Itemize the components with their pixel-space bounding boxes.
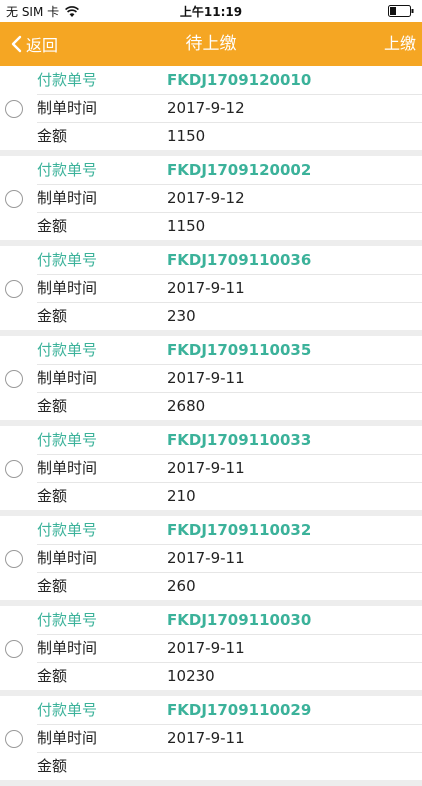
chevron-left-icon [10,35,22,53]
created-row: 制单时间 2017-9-12 [37,94,422,123]
created-value: 2017-9-11 [167,459,245,477]
order-no-value: FKDJ1709110032 [167,521,312,539]
select-radio[interactable] [5,550,23,568]
created-value: 2017-9-11 [167,549,245,567]
select-radio[interactable] [5,640,23,658]
order-no-row: 付款单号 FKDJ1709120002 [37,156,422,185]
amount-value: 230 [167,307,196,325]
created-label: 制单时间 [37,549,98,567]
order-no-row: 付款单号 FKDJ1709110035 [37,336,422,365]
select-radio[interactable] [5,370,23,388]
order-no-row: 付款单号 FKDJ1709110030 [37,606,422,635]
amount-value: 2680 [167,397,206,415]
status-bar: 无 SIM 卡 上午11:19 [0,0,422,22]
order-no-label: 付款单号 [37,611,98,629]
order-no-label: 付款单号 [37,701,98,719]
amount-value: 1150 [167,217,206,235]
order-no-value: FKDJ1709110030 [167,611,312,629]
created-label: 制单时间 [37,189,98,207]
created-label: 制单时间 [37,459,98,477]
amount-label: 金额 [37,217,68,235]
created-row: 制单时间 2017-9-11 [37,364,422,393]
list-item[interactable]: 付款单号 FKDJ1709120010 制单时间 2017-9-12 金额 11… [0,66,422,156]
list-item[interactable]: 付款单号 FKDJ1709110032 制单时间 2017-9-11 金额 26… [0,516,422,606]
battery-icon [388,5,414,17]
created-value: 2017-9-12 [167,189,245,207]
created-value: 2017-9-11 [167,729,245,747]
created-label: 制单时间 [37,729,98,747]
order-no-row: 付款单号 FKDJ1709110033 [37,426,422,455]
order-no-label: 付款单号 [37,251,98,269]
amount-row: 金额 210 [37,482,422,510]
amount-value: 1150 [167,127,206,145]
page-title: 待上缴 [185,34,237,54]
amount-row: 金额 10230 [37,662,422,690]
amount-row: 金额 230 [37,302,422,330]
select-radio[interactable] [5,460,23,478]
status-time: 上午11:19 [179,5,243,19]
amount-row: 金额 260 [37,572,422,600]
submit-button[interactable]: 上缴 [384,22,416,66]
order-no-label: 付款单号 [37,341,98,359]
amount-label: 金额 [37,307,68,325]
amount-label: 金额 [37,667,68,685]
order-no-value: FKDJ1709110036 [167,251,312,269]
amount-label: 金额 [37,127,68,145]
created-value: 2017-9-11 [167,369,245,387]
order-no-label: 付款单号 [37,161,98,179]
created-value: 2017-9-11 [167,639,245,657]
list-item[interactable]: 付款单号 FKDJ1709120002 制单时间 2017-9-12 金额 11… [0,156,422,246]
created-row: 制单时间 2017-9-12 [37,184,422,213]
order-no-value: FKDJ1709110029 [167,701,312,719]
select-radio[interactable] [5,730,23,748]
created-label: 制单时间 [37,369,98,387]
order-no-row: 付款单号 FKDJ1709120010 [37,66,422,95]
order-no-row: 付款单号 FKDJ1709110032 [37,516,422,545]
created-value: 2017-9-11 [167,279,245,297]
list-item[interactable]: 付款单号 FKDJ1709110033 制单时间 2017-9-11 金额 21… [0,426,422,516]
order-no-label: 付款单号 [37,521,98,539]
created-row: 制单时间 2017-9-11 [37,544,422,573]
created-label: 制单时间 [37,279,98,297]
order-no-label: 付款单号 [37,431,98,449]
amount-value: 260 [167,577,196,595]
created-value: 2017-9-12 [167,99,245,117]
amount-row: 金额 [37,752,422,780]
order-no-value: FKDJ1709110033 [167,431,312,449]
created-row: 制单时间 2017-9-11 [37,634,422,663]
amount-label: 金额 [37,757,68,775]
created-row: 制单时间 2017-9-11 [37,454,422,483]
amount-value: 10230 [167,667,215,685]
payment-list: 付款单号 FKDJ1709120010 制单时间 2017-9-12 金额 11… [0,66,422,786]
amount-row: 金额 1150 [37,122,422,150]
created-row: 制单时间 2017-9-11 [37,724,422,753]
back-label: 返回 [26,36,59,55]
created-label: 制单时间 [37,639,98,657]
list-item[interactable]: 付款单号 FKDJ1709110036 制单时间 2017-9-11 金额 23… [0,246,422,336]
list-item[interactable]: 付款单号 FKDJ1709110035 制单时间 2017-9-11 金额 26… [0,336,422,426]
order-no-value: FKDJ1709120002 [167,161,312,179]
order-no-value: FKDJ1709110035 [167,341,312,359]
order-no-value: FKDJ1709120010 [167,71,312,89]
list-item[interactable]: 付款单号 FKDJ1709110030 制单时间 2017-9-11 金额 10… [0,606,422,696]
nav-bar: 返回 待上缴 上缴 [0,22,422,66]
amount-value: 210 [167,487,196,505]
select-radio[interactable] [5,280,23,298]
list-item[interactable]: 付款单号 FKDJ1709110029 制单时间 2017-9-11 金额 [0,696,422,786]
order-no-row: 付款单号 FKDJ1709110029 [37,696,422,725]
created-label: 制单时间 [37,99,98,117]
order-no-label: 付款单号 [37,71,98,89]
back-button[interactable]: 返回 [10,22,58,66]
amount-label: 金额 [37,577,68,595]
amount-row: 金额 1150 [37,212,422,240]
select-radio[interactable] [5,100,23,118]
amount-row: 金额 2680 [37,392,422,420]
amount-label: 金额 [37,397,68,415]
select-radio[interactable] [5,190,23,208]
created-row: 制单时间 2017-9-11 [37,274,422,303]
order-no-row: 付款单号 FKDJ1709110036 [37,246,422,275]
amount-label: 金额 [37,487,68,505]
